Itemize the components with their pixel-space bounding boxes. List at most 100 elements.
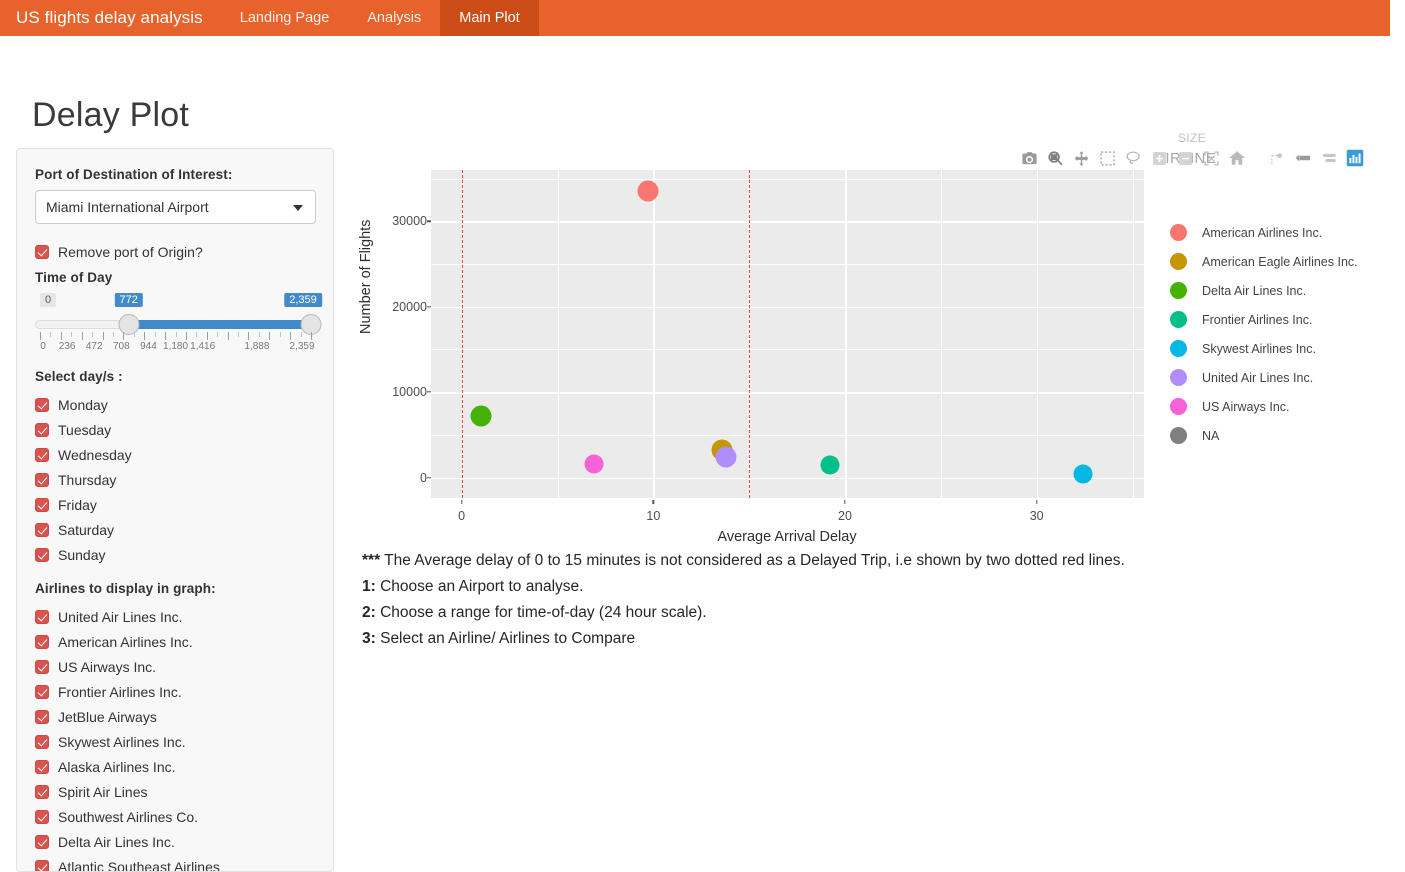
checkbox-icon bbox=[35, 497, 49, 512]
pan-icon[interactable] bbox=[1070, 148, 1092, 168]
nav-link-main-plot[interactable]: Main Plot bbox=[440, 0, 539, 36]
checkbox-label: Tuesday bbox=[58, 421, 112, 438]
checkbox-day-0[interactable]: Monday bbox=[35, 392, 315, 417]
hover-closest-icon[interactable] bbox=[1292, 148, 1314, 168]
legend-label: US Airways Inc. bbox=[1202, 399, 1290, 414]
checkbox-remove-port-of-origin[interactable]: Remove port of Origin? bbox=[35, 239, 315, 264]
zoom-in-icon[interactable] bbox=[1148, 148, 1170, 168]
hover-compare-icon[interactable] bbox=[1318, 148, 1340, 168]
legend-item-4[interactable]: Skywest Airlines Inc. bbox=[1170, 334, 1400, 363]
scatter-point[interactable] bbox=[715, 446, 737, 468]
note-line-1: 1: Choose an Airport to analyse. bbox=[362, 578, 1372, 596]
instructions: *** The Average delay of 0 to 15 minutes… bbox=[362, 552, 1372, 656]
scatter-point[interactable] bbox=[470, 405, 492, 427]
scatter-point[interactable] bbox=[637, 180, 659, 201]
plot-panel[interactable] bbox=[365, 170, 1144, 522]
spike-lines-icon[interactable] bbox=[1266, 148, 1288, 168]
slider-tick bbox=[258, 332, 260, 337]
checkbox-airline-1[interactable]: American Airlines Inc. bbox=[35, 629, 315, 654]
legend-color-swatch bbox=[1170, 311, 1187, 328]
slider-tick bbox=[50, 332, 52, 337]
slider-tick bbox=[227, 332, 229, 340]
slider-tick bbox=[206, 332, 208, 340]
scatter-point[interactable] bbox=[584, 454, 604, 474]
nav-link-landing-page[interactable]: Landing Page bbox=[221, 0, 349, 36]
checkbox-day-5[interactable]: Saturday bbox=[35, 517, 315, 542]
checkbox-airline-9[interactable]: Delta Air Lines Inc. bbox=[35, 829, 315, 854]
x-tick-label: 10 bbox=[646, 509, 661, 523]
autoscale-icon[interactable] bbox=[1200, 148, 1222, 168]
time-of-day-label: Time of Day bbox=[35, 270, 113, 285]
checkbox-day-1[interactable]: Tuesday bbox=[35, 417, 315, 442]
airlines-group: Airlines to display in graph: United Air… bbox=[35, 581, 315, 871]
legend-label: NA bbox=[1202, 428, 1220, 443]
legend-item-3[interactable]: Frontier Airlines Inc. bbox=[1170, 305, 1400, 334]
checkbox-day-4[interactable]: Friday bbox=[35, 492, 315, 517]
note-1-text: Choose an Airport to analyse. bbox=[375, 578, 584, 595]
checkbox-day-3[interactable]: Thursday bbox=[35, 467, 315, 492]
nav-link-analysis[interactable]: Analysis bbox=[348, 0, 440, 36]
checkbox-airline-5[interactable]: Skywest Airlines Inc. bbox=[35, 729, 315, 754]
checkbox-airline-0[interactable]: United Air Lines Inc. bbox=[35, 604, 315, 629]
days-checkbox-list: Monday Tuesday Wednesday Thursday Friday Satu… bbox=[35, 392, 315, 567]
home-icon[interactable] bbox=[1226, 148, 1248, 168]
checkbox-label: Southwest Airlines Co. bbox=[58, 808, 199, 825]
checkbox-airline-4[interactable]: JetBlue Airways bbox=[35, 704, 315, 729]
legend-item-7[interactable]: NA bbox=[1170, 421, 1400, 450]
checkbox-icon bbox=[35, 422, 49, 437]
airport-select[interactable]: Miami International Airport bbox=[35, 190, 316, 224]
legend-color-swatch bbox=[1170, 369, 1187, 386]
checkbox-label: Spirit Air Lines bbox=[58, 783, 148, 800]
zoom-icon[interactable] bbox=[1044, 148, 1066, 168]
checkbox-airline-10[interactable]: Atlantic Southeast Airlines bbox=[35, 854, 315, 871]
checkbox-icon bbox=[35, 522, 49, 537]
lasso-select-icon[interactable] bbox=[1122, 148, 1144, 168]
scatter-point[interactable] bbox=[1073, 464, 1093, 484]
x-tick-mark bbox=[1035, 500, 1038, 504]
legend-color-swatch bbox=[1170, 282, 1187, 299]
checkbox-airline-7[interactable]: Spirit Air Lines bbox=[35, 779, 315, 804]
legend-item-6[interactable]: US Airways Inc. bbox=[1170, 392, 1400, 421]
checkbox-icon bbox=[35, 834, 49, 849]
slider-tick bbox=[300, 332, 302, 337]
airlines-group-label: Airlines to display in graph: bbox=[35, 581, 216, 596]
slider-tick bbox=[196, 332, 198, 337]
checkbox-day-6[interactable]: Sunday bbox=[35, 542, 315, 567]
time-of-day-slider[interactable]: 0 772 2,359 0 236 472 708 944 1,180 1,416 1,888… bbox=[35, 293, 322, 355]
legend-label: Delta Air Lines Inc. bbox=[1202, 283, 1307, 298]
legend-item-0[interactable]: American Airlines Inc. bbox=[1170, 218, 1400, 247]
checkbox-label: Saturday bbox=[58, 521, 115, 538]
checkbox-label: Skywest Airlines Inc. bbox=[58, 733, 186, 750]
checkbox-icon bbox=[35, 447, 49, 462]
slider-tick bbox=[144, 332, 146, 340]
checkbox-day-2[interactable]: Wednesday bbox=[35, 442, 315, 467]
legend-item-1[interactable]: American Eagle Airlines Inc. bbox=[1170, 247, 1400, 276]
checkbox-airline-6[interactable]: Alaska Airlines Inc. bbox=[35, 754, 315, 779]
slider-tick bbox=[175, 332, 177, 337]
note-0-prefix: *** bbox=[362, 552, 381, 569]
legend-color-swatch bbox=[1170, 253, 1187, 270]
slider-tick bbox=[185, 332, 187, 340]
box-select-icon[interactable] bbox=[1096, 148, 1118, 168]
slider-tick bbox=[165, 332, 167, 340]
camera-icon[interactable] bbox=[1018, 148, 1040, 168]
days-group: Select day/s : Monday Tuesday Wednesday Thu… bbox=[35, 369, 315, 567]
slider-tick-label: 2,359 bbox=[289, 341, 315, 352]
legend-item-2[interactable]: Delta Air Lines Inc. bbox=[1170, 276, 1400, 305]
checkbox-icon bbox=[35, 244, 49, 259]
checkbox-airline-3[interactable]: Frontier Airlines Inc. bbox=[35, 679, 315, 704]
slider-ticks bbox=[35, 332, 316, 340]
plotly-modebar bbox=[1018, 148, 1366, 168]
zoom-out-icon[interactable] bbox=[1174, 148, 1196, 168]
reference-line bbox=[749, 170, 751, 498]
time-of-day-block: Time of Day 0 772 2,359 0 236 472 708 944 1,1… bbox=[35, 270, 322, 355]
navbar-brand[interactable]: US flights delay analysis bbox=[0, 0, 221, 36]
plotly-logo-icon[interactable] bbox=[1344, 148, 1366, 168]
slider-tick bbox=[123, 332, 125, 340]
x-tick-mark bbox=[460, 500, 463, 504]
checkbox-airline-8[interactable]: Southwest Airlines Co. bbox=[35, 804, 315, 829]
legend-item-5[interactable]: United Air Lines Inc. bbox=[1170, 363, 1400, 392]
y-tick-label: 0 bbox=[420, 470, 427, 485]
checkbox-airline-2[interactable]: US Airways Inc. bbox=[35, 654, 315, 679]
scatter-point[interactable] bbox=[820, 455, 840, 475]
